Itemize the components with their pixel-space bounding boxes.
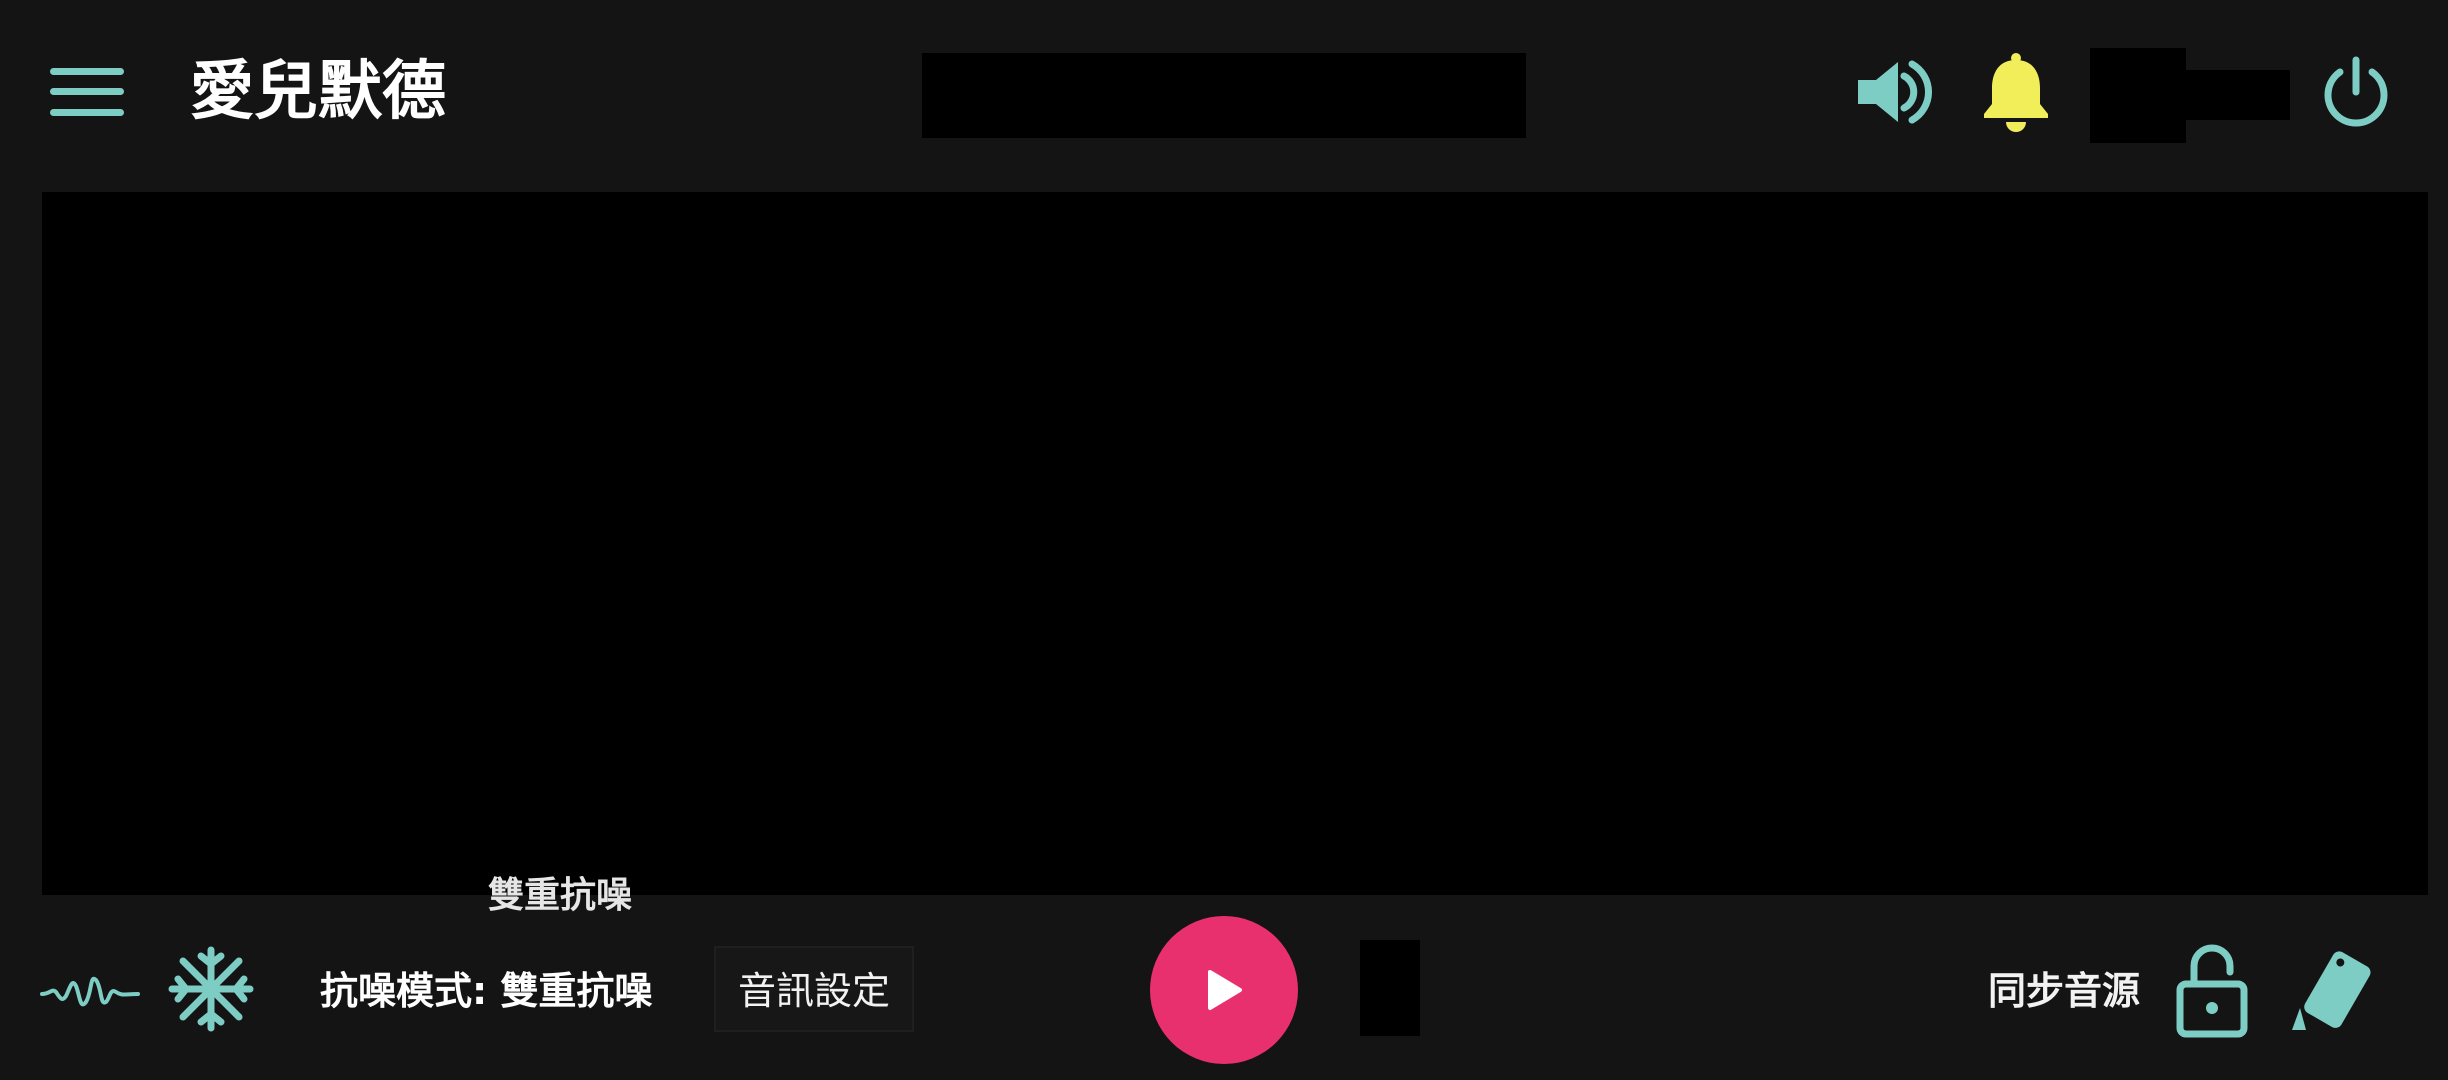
phone-shake-icon[interactable] [2286,946,2376,1036]
noise-cancel-mode-label: 抗噪模式: 雙重抗噪 [320,969,653,1013]
redacted-user-avatar [2090,48,2186,143]
menu-line [50,88,124,95]
audio-settings-button[interactable]: 音訊設定 [714,946,914,1032]
redacted-header-content [922,53,1526,138]
menu-line [50,68,124,75]
redacted-user-name [2186,70,2290,120]
bottom-bar: 抗噪模式: 雙重抗噪 音訊設定 同步音源 [0,900,2448,1080]
app-root: 愛兒默德 雙重抗噪 抗噪模式: 雙重抗噪 音訊設定 同步音源 [0,0,2448,1080]
main-content-panel [42,192,2428,895]
bell-icon[interactable] [1974,50,2058,134]
redacted-status [1360,940,1420,1036]
power-icon[interactable] [2314,50,2398,134]
menu-icon[interactable] [50,64,124,120]
top-bar: 愛兒默德 [0,0,2448,190]
sync-audio-source-button[interactable]: 同步音源 [1988,966,2140,1016]
play-button[interactable] [1150,916,1298,1064]
volume-icon[interactable] [1852,50,1936,134]
app-title: 愛兒默德 [190,55,446,129]
waveform-icon[interactable] [40,966,140,1016]
snowflake-icon[interactable] [168,946,254,1032]
unlock-icon[interactable] [2172,942,2252,1038]
menu-line [50,109,124,116]
